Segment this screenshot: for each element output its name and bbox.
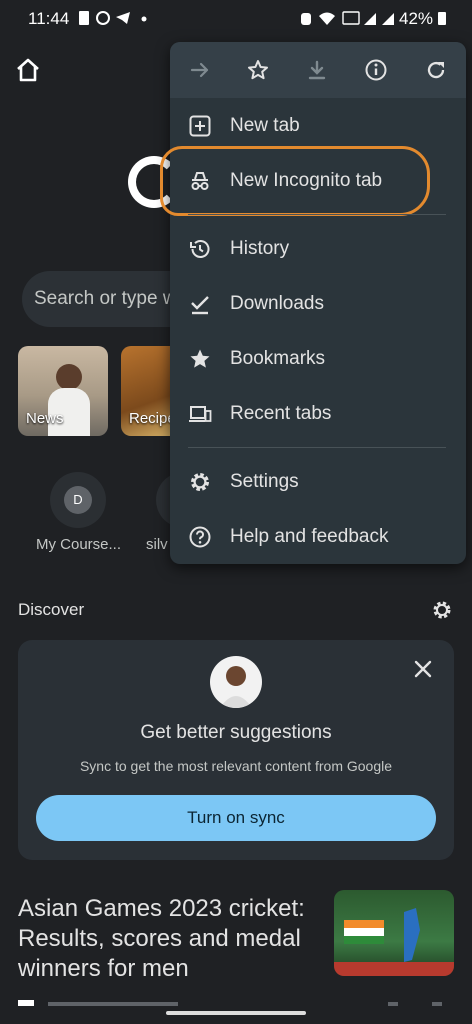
tile-label: Recipe — [129, 410, 176, 427]
shortcut-initial: D — [64, 486, 92, 514]
next-article-preview — [18, 1000, 442, 1006]
menu-item-downloads[interactable]: Downloads — [170, 277, 466, 331]
help-icon — [189, 526, 211, 548]
bookmarks-icon — [190, 349, 210, 368]
article-title[interactable]: Asian Games 2023 cricket: Results, score… — [18, 894, 318, 984]
info-icon[interactable] — [364, 58, 388, 82]
whatsapp-icon — [96, 11, 110, 25]
forward-icon[interactable] — [188, 58, 212, 82]
history-icon — [190, 240, 210, 258]
status-time: 11:44 — [28, 9, 70, 28]
menu-toolbar — [170, 42, 466, 98]
menu-divider — [188, 214, 446, 215]
gesture-bar[interactable] — [166, 1011, 306, 1015]
menu-item-label: Settings — [230, 471, 299, 492]
incognito-highlight-annotation — [160, 146, 430, 216]
new-tab-icon — [189, 115, 211, 137]
menu-item-label: Downloads — [230, 293, 324, 314]
status-bar: 11:44 42% — [0, 0, 472, 36]
close-icon[interactable] — [410, 656, 436, 682]
overflow-menu: New tab New Incognito tab History Downlo… — [160, 42, 466, 564]
shortcut-my-courses[interactable]: D — [50, 472, 106, 528]
menu-divider — [188, 447, 446, 448]
menu-item-label: Recent tabs — [230, 403, 332, 424]
avatar — [210, 656, 262, 708]
menu-item-history[interactable]: History — [170, 222, 466, 276]
settings-icon — [191, 473, 209, 491]
recent-tabs-icon — [189, 406, 212, 422]
menu-item-label: New tab — [230, 115, 300, 136]
menu-item-help-and-feedback[interactable]: Help and feedback — [170, 510, 466, 564]
menu-item-new-tab[interactable]: New tab — [170, 99, 466, 153]
article-thumbnail[interactable] — [334, 890, 454, 976]
sync-subtitle: Sync to get the most relevant content fr… — [79, 758, 393, 774]
search-placeholder: Search or type w — [34, 288, 177, 309]
sync-title: Get better suggestions — [140, 722, 332, 743]
shortcut-label: silv — [146, 536, 168, 553]
menu-item-label: Help and feedback — [230, 526, 389, 547]
wifi-icon — [319, 12, 335, 25]
menu-item-settings[interactable]: Settings — [170, 455, 466, 509]
menu-item-recent-tabs[interactable]: Recent tabs — [170, 387, 466, 441]
dot-icon — [141, 16, 147, 22]
shortcut-label: My Course... — [36, 536, 122, 553]
signal-icon — [364, 13, 376, 25]
discover-settings-icon[interactable] — [430, 598, 454, 622]
menu-item-label: Bookmarks — [230, 348, 326, 369]
sim-icon — [79, 11, 89, 25]
download-icon[interactable] — [305, 58, 329, 82]
downloads-icon — [191, 296, 209, 315]
telegram-icon — [116, 12, 130, 24]
battery-icon — [438, 12, 446, 25]
signal-2-icon — [382, 13, 394, 25]
tile-label: News — [26, 410, 64, 427]
volte-icon — [342, 11, 360, 25]
turn-on-sync-button[interactable]: Turn on sync — [36, 795, 436, 841]
menu-item-bookmarks[interactable]: Bookmarks — [170, 332, 466, 386]
refresh-icon[interactable] — [424, 58, 448, 82]
battery-percent: 42% — [399, 9, 434, 28]
menu-item-label: History — [230, 238, 290, 259]
discover-title: Discover — [18, 600, 85, 619]
bookmark-star-icon[interactable] — [246, 58, 270, 82]
news-tile[interactable]: News — [18, 346, 108, 436]
person-image — [56, 364, 82, 390]
alarm-icon — [301, 13, 311, 25]
home-icon[interactable] — [14, 56, 42, 84]
sync-card: Get better suggestions Sync to get the m… — [18, 640, 454, 860]
